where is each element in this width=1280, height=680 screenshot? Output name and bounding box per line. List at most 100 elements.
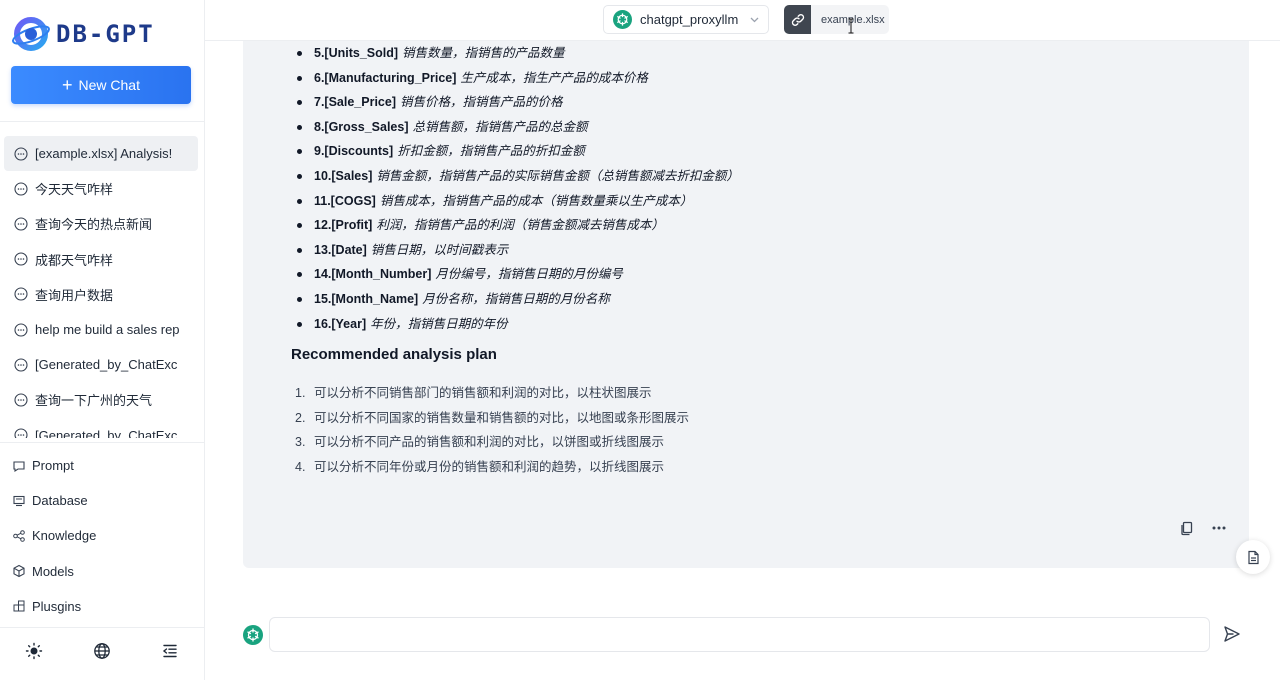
plus-icon: + [62,75,73,95]
history-item[interactable]: [Generated_by_ChatExc [4,347,198,382]
sidebar-item-models[interactable]: Models [0,554,204,589]
field-name: 15.[Month_Name] [314,291,419,306]
sidebar-divider [0,121,204,122]
field-item: 10.[Sales] 销售金额，指销售产品的实际销售金额（总销售额减去折扣金额） [295,164,739,189]
sidebar-item-knowledge[interactable]: Knowledge [0,518,204,553]
plan-item: 3. 可以分析不同产品的销售额和利润的对比，以饼图或折线图展示 [295,430,689,455]
sidebar-item-label: Prompt [32,458,74,474]
sidebar-divider [0,442,204,443]
plan-item: 2. 可以分析不同国家的销售数量和销售额的对比，以地图或条形图展示 [295,406,689,431]
chevron-down-icon [750,17,759,23]
app-logo[interactable]: DB-GPT [10,12,190,56]
field-item: 5.[Units_Sold] 销售数量，指销售的产品数量 [295,41,739,66]
field-item: 7.[Sale_Price] 销售价格，指销售产品的价格 [295,90,739,115]
field-name: 16.[Year] [314,316,367,331]
history-item-label: help me build a sales rep [35,322,180,338]
model-name: chatgpt_proxyllm [640,12,739,27]
message-actions [1179,520,1227,536]
sidebar-divider [0,627,204,628]
text-cursor-icon [848,18,854,34]
sun-icon[interactable] [25,642,43,660]
chat-messages[interactable]: 5.[Units_Sold] 销售数量，指销售的产品数量 6.[Manufactur… [205,41,1280,616]
document-icon [1247,550,1259,564]
more-icon[interactable] [1211,520,1227,536]
field-name: 7.[Sale_Price] [314,95,396,110]
field-item: 15.[Month_Name] 月份名称，指销售日期的月份名称 [295,287,739,312]
document-float-button[interactable] [1236,540,1270,574]
history-item-label: 查询用户数据 [35,287,114,303]
send-icon[interactable] [1222,624,1242,644]
plugin-icon [13,600,25,612]
new-chat-label: New Chat [78,77,140,93]
field-name: 5.[Units_Sold] [314,46,399,60]
field-item: 6.[Manufacturing_Price] 生产成本，指生产产品的成本价格 [295,66,739,91]
openai-icon [613,10,632,29]
field-description: 销售金额，指销售产品的实际销售金额（总销售额减去折扣金额） [376,168,739,183]
attached-file-chip[interactable]: example.xlsx [784,5,889,34]
history-item[interactable]: [example.xlsx] Analysis! [4,136,198,172]
collapse-icon[interactable] [161,642,179,660]
logo-icon [12,17,50,51]
chat-history-list[interactable]: [example.xlsx] Analysis! 今天天气咋样查询今天的热点新闻成… [0,136,204,438]
analysis-plan-list: 1. 可以分析不同销售部门的销售额和利润的对比，以柱状图展示 2. 可以分析不同国家的… [295,381,689,479]
field-description: 销售价格，指销售产品的价格 [400,95,563,110]
field-description: 生产成本，指生产产品的成本价格 [460,70,648,85]
plan-text: 可以分析不同销售部门的销售额和利润的对比，以柱状图展示 [314,386,652,400]
sidebar-item-label: Database [32,493,88,509]
field-name: 14.[Month_Number] [314,267,432,282]
sidebar-item-label: Plusgins [32,598,82,614]
field-description: 年份，指销售日期的年份 [370,316,508,331]
globe-icon[interactable] [93,642,111,660]
model-avatar-icon [243,625,263,645]
field-name: 13.[Date] [314,242,367,257]
sidebar-item-database[interactable]: Database [0,483,204,518]
plan-number: 4. [295,459,306,474]
sidebar-item-prompt[interactable]: Prompt [0,448,204,483]
field-description: 折扣金额，指销售产品的折扣金额 [397,144,585,159]
field-item: 13.[Date] 销售日期，以时间戳表示 [295,238,739,263]
new-chat-button[interactable]: + New Chat [11,66,191,104]
history-item[interactable]: 查询一下广州的天气 [4,382,198,417]
chat-input[interactable] [269,617,1210,652]
field-name: 6.[Manufacturing_Price] [314,70,457,85]
sidebar: DB-GPT + New Chat [example.xlsx] Analysi… [0,0,205,680]
history-item-label: 查询今天的热点新闻 [35,217,153,233]
field-description: 月份编号，指销售日期的月份编号 [435,267,623,282]
sidebar-item-label: Knowledge [32,528,97,544]
chat-bubble-icon [14,217,28,231]
field-name: 10.[Sales] [314,168,373,183]
copy-icon[interactable] [1179,520,1195,536]
field-description: 总销售额，指销售产品的总金额 [412,119,588,134]
database-icon [13,495,25,506]
field-description-list: 5.[Units_Sold] 销售数量，指销售的产品数量 6.[Manufactur… [295,41,739,336]
sidebar-item-label: Models [32,563,74,579]
history-item-label: 今天天气咋样 [35,182,114,198]
chat-bubble-icon [14,428,28,438]
history-item[interactable]: help me build a sales rep [4,312,198,347]
history-item[interactable]: 查询今天的热点新闻 [4,206,198,241]
sidebar-menu: Prompt Database Knowledge Models Plusgins [0,448,204,624]
history-item[interactable]: 今天天气咋样 [4,171,198,206]
sidebar-bottom-bar [0,636,204,666]
link-icon-box[interactable] [784,5,811,34]
plan-text: 可以分析不同产品的销售额和利润的对比，以饼图或折线图展示 [314,435,665,450]
plan-number: 3. [295,435,306,450]
sidebar-item-plusgins[interactable]: Plusgins [0,589,204,624]
history-item[interactable]: [Generated_by_ChatExc [4,418,198,438]
knowledge-icon [13,530,25,542]
chat-bubble-icon [14,182,28,196]
plan-text: 可以分析不同国家的销售数量和销售额的对比，以地图或条形图展示 [314,410,690,425]
field-item: 9.[Discounts] 折扣金额，指销售产品的折扣金额 [295,139,739,164]
cube-icon [13,565,25,578]
field-item: 12.[Profit] 利润，指销售产品的利润（销售金额减去销售成本） [295,213,739,238]
field-description: 销售数量，指销售的产品数量 [402,46,565,60]
plan-item: 4. 可以分析不同年份或月份的销售额和利润的趋势，以折线图展示 [295,455,689,480]
history-item-label: [Generated_by_ChatExc [35,427,178,438]
history-item[interactable]: 查询用户数据 [4,277,198,312]
field-description: 月份名称，指销售日期的月份名称 [422,291,610,306]
assistant-message-card: 5.[Units_Sold] 销售数量，指销售的产品数量 6.[Manufactur… [243,41,1249,568]
model-select[interactable]: chatgpt_proxyllm [603,5,769,34]
history-item[interactable]: 成都天气咋样 [4,242,198,277]
field-item: 14.[Month_Number] 月份编号，指销售日期的月份编号 [295,262,739,287]
field-item: 8.[Gross_Sales] 总销售额，指销售产品的总金额 [295,115,739,140]
